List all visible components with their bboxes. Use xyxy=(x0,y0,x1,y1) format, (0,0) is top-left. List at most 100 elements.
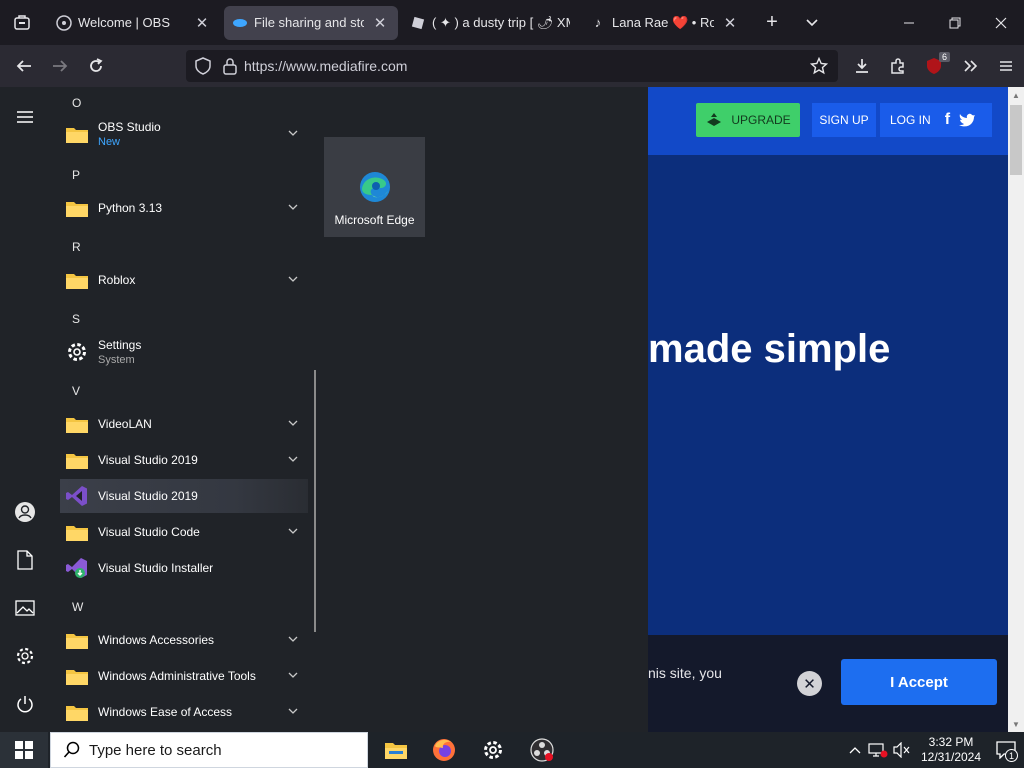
facebook-icon[interactable]: f xyxy=(945,111,950,129)
page-scrollbar[interactable]: ▲ ▼ xyxy=(1008,87,1024,732)
section-letter-r[interactable]: R xyxy=(72,240,81,254)
visual-studio-icon xyxy=(64,483,90,509)
taskbar-settings[interactable] xyxy=(469,732,517,768)
tracking-protection-shield-icon[interactable] xyxy=(194,57,212,75)
obs-icon xyxy=(530,738,554,762)
arrow-left-icon xyxy=(16,60,31,72)
power-icon[interactable] xyxy=(13,692,37,716)
app-folder-visual-studio-code[interactable]: Visual Studio Code xyxy=(60,515,308,549)
plus-icon: + xyxy=(766,11,778,33)
section-letter-w[interactable]: W xyxy=(72,600,83,614)
tab-welcome-obs[interactable]: Welcome | OBS ✕ xyxy=(48,6,220,40)
taskbar-obs-studio[interactable] xyxy=(518,732,566,768)
vs-installer-icon xyxy=(64,555,90,581)
twitter-icon[interactable] xyxy=(958,112,976,128)
documents-icon[interactable] xyxy=(13,548,37,572)
tab-lana-rae[interactable]: ♪ Lana Rae ❤️ • Roblox ✕ xyxy=(582,6,748,40)
scroll-down-arrow-icon[interactable]: ▼ xyxy=(1008,716,1024,732)
expand-menu-hamburger-icon[interactable] xyxy=(13,105,37,129)
forward-button[interactable] xyxy=(42,50,78,82)
network-disconnected-icon xyxy=(868,743,888,758)
app-folder-visual-studio-2019[interactable]: Visual Studio 2019 xyxy=(60,443,308,477)
scrollbar-thumb[interactable] xyxy=(1010,105,1022,175)
section-letter-s[interactable]: S xyxy=(72,312,80,326)
pinned-tile-microsoft-edge[interactable]: Microsoft Edge xyxy=(324,137,425,237)
app-folder-obs-studio[interactable]: OBS Studio New xyxy=(60,117,308,151)
extensions-button[interactable] xyxy=(880,50,916,82)
tab-overview-button[interactable] xyxy=(0,0,44,45)
scroll-up-arrow-icon[interactable]: ▲ xyxy=(1008,87,1024,103)
folder-icon xyxy=(64,447,90,473)
back-button[interactable] xyxy=(6,50,42,82)
show-hidden-icons-button[interactable] xyxy=(844,746,866,754)
notification-count-badge: 1 xyxy=(1005,749,1018,762)
restore-button[interactable] xyxy=(932,0,978,45)
search-input[interactable] xyxy=(89,741,349,759)
close-window-button[interactable] xyxy=(978,0,1024,45)
section-letter-o[interactable]: O xyxy=(72,96,81,110)
app-visual-studio-installer[interactable]: Visual Studio Installer xyxy=(60,551,308,585)
chevron-down-icon xyxy=(286,668,300,682)
new-tab-button[interactable]: + xyxy=(754,6,790,40)
settings-icon xyxy=(484,741,502,759)
app-visual-studio-2019[interactable]: Visual Studio 2019 xyxy=(60,479,308,513)
app-menu-button[interactable] xyxy=(988,50,1024,82)
notification-center-button[interactable]: 1 xyxy=(988,732,1024,768)
chevron-down-icon xyxy=(286,416,300,430)
upgrade-button[interactable]: UPGRADE xyxy=(696,103,800,137)
search-icon xyxy=(63,741,80,758)
app-folder-roblox[interactable]: Roblox xyxy=(60,263,308,297)
tab-close-icon[interactable]: ✕ xyxy=(192,13,212,33)
chevron-up-icon xyxy=(849,747,861,754)
minimize-button[interactable] xyxy=(886,0,932,45)
taskbar-file-explorer[interactable] xyxy=(372,732,420,768)
folder-icon xyxy=(64,663,90,689)
bookmark-star-icon[interactable] xyxy=(810,57,828,75)
list-all-tabs-button[interactable] xyxy=(794,6,830,40)
app-settings[interactable]: Settings System xyxy=(60,335,308,369)
reload-icon xyxy=(90,58,103,72)
tab-title: ( ✦ ) a dusty trip [ 🌶 XM xyxy=(432,14,570,30)
taskbar-search-box[interactable] xyxy=(50,732,368,768)
app-folder-videolan[interactable]: VideoLAN xyxy=(60,407,308,441)
extension-badge-count: 6 xyxy=(938,52,950,62)
tab-close-icon[interactable]: ✕ xyxy=(720,13,740,33)
pictures-icon[interactable] xyxy=(13,596,37,620)
address-bar[interactable]: https://www.mediafire.com xyxy=(186,50,838,82)
firefox-icon xyxy=(433,739,455,761)
start-button[interactable] xyxy=(0,732,48,768)
upgrade-label: UPGRADE xyxy=(731,113,791,127)
app-folder-windows-accessories[interactable]: Windows Accessories xyxy=(60,623,308,657)
sign-up-button[interactable]: SIGN UP xyxy=(812,103,876,137)
app-list-scrollbar[interactable] xyxy=(314,370,316,632)
app-folder-python[interactable]: Python 3.13 xyxy=(60,191,308,225)
close-icon xyxy=(995,17,1007,28)
more-tools-button[interactable] xyxy=(952,50,988,82)
app-name: Windows Administrative Tools xyxy=(98,669,256,683)
folder-icon xyxy=(64,627,90,653)
section-letter-v[interactable]: V xyxy=(72,384,80,398)
tab-dusty-trip[interactable]: ( ✦ ) a dusty trip [ 🌶 XM xyxy=(402,6,578,40)
section-letter-p[interactable]: P xyxy=(72,168,80,182)
reload-button[interactable] xyxy=(78,50,114,82)
user-account-icon[interactable] xyxy=(13,500,37,524)
log-in-label: LOG IN xyxy=(890,113,931,127)
folder-icon xyxy=(64,267,90,293)
network-status-button[interactable] xyxy=(866,742,890,758)
lock-icon[interactable] xyxy=(222,57,238,75)
downloads-button[interactable] xyxy=(844,50,880,82)
taskbar-clock[interactable]: 3:32 PM 12/31/2024 xyxy=(914,735,988,765)
app-folder-windows-ease-of-access[interactable]: Windows Ease of Access xyxy=(60,695,308,729)
cookie-dismiss-close-icon[interactable]: ✕ xyxy=(797,671,822,696)
tab-close-icon[interactable]: ✕ xyxy=(370,13,390,33)
log-in-button[interactable]: LOG IN f xyxy=(880,103,992,137)
ublock-extension-button[interactable]: 6 xyxy=(916,50,952,82)
taskbar-firefox[interactable] xyxy=(420,732,468,768)
settings-gear-icon[interactable] xyxy=(13,644,37,668)
app-folder-windows-administrative-tools[interactable]: Windows Administrative Tools xyxy=(60,659,308,693)
volume-button[interactable] xyxy=(890,742,914,758)
accept-cookies-button[interactable]: I Accept xyxy=(841,659,997,705)
gear-icon xyxy=(64,339,90,365)
folder-icon xyxy=(64,411,90,437)
tab-mediafire[interactable]: File sharing and storag ✕ xyxy=(224,5,398,40)
